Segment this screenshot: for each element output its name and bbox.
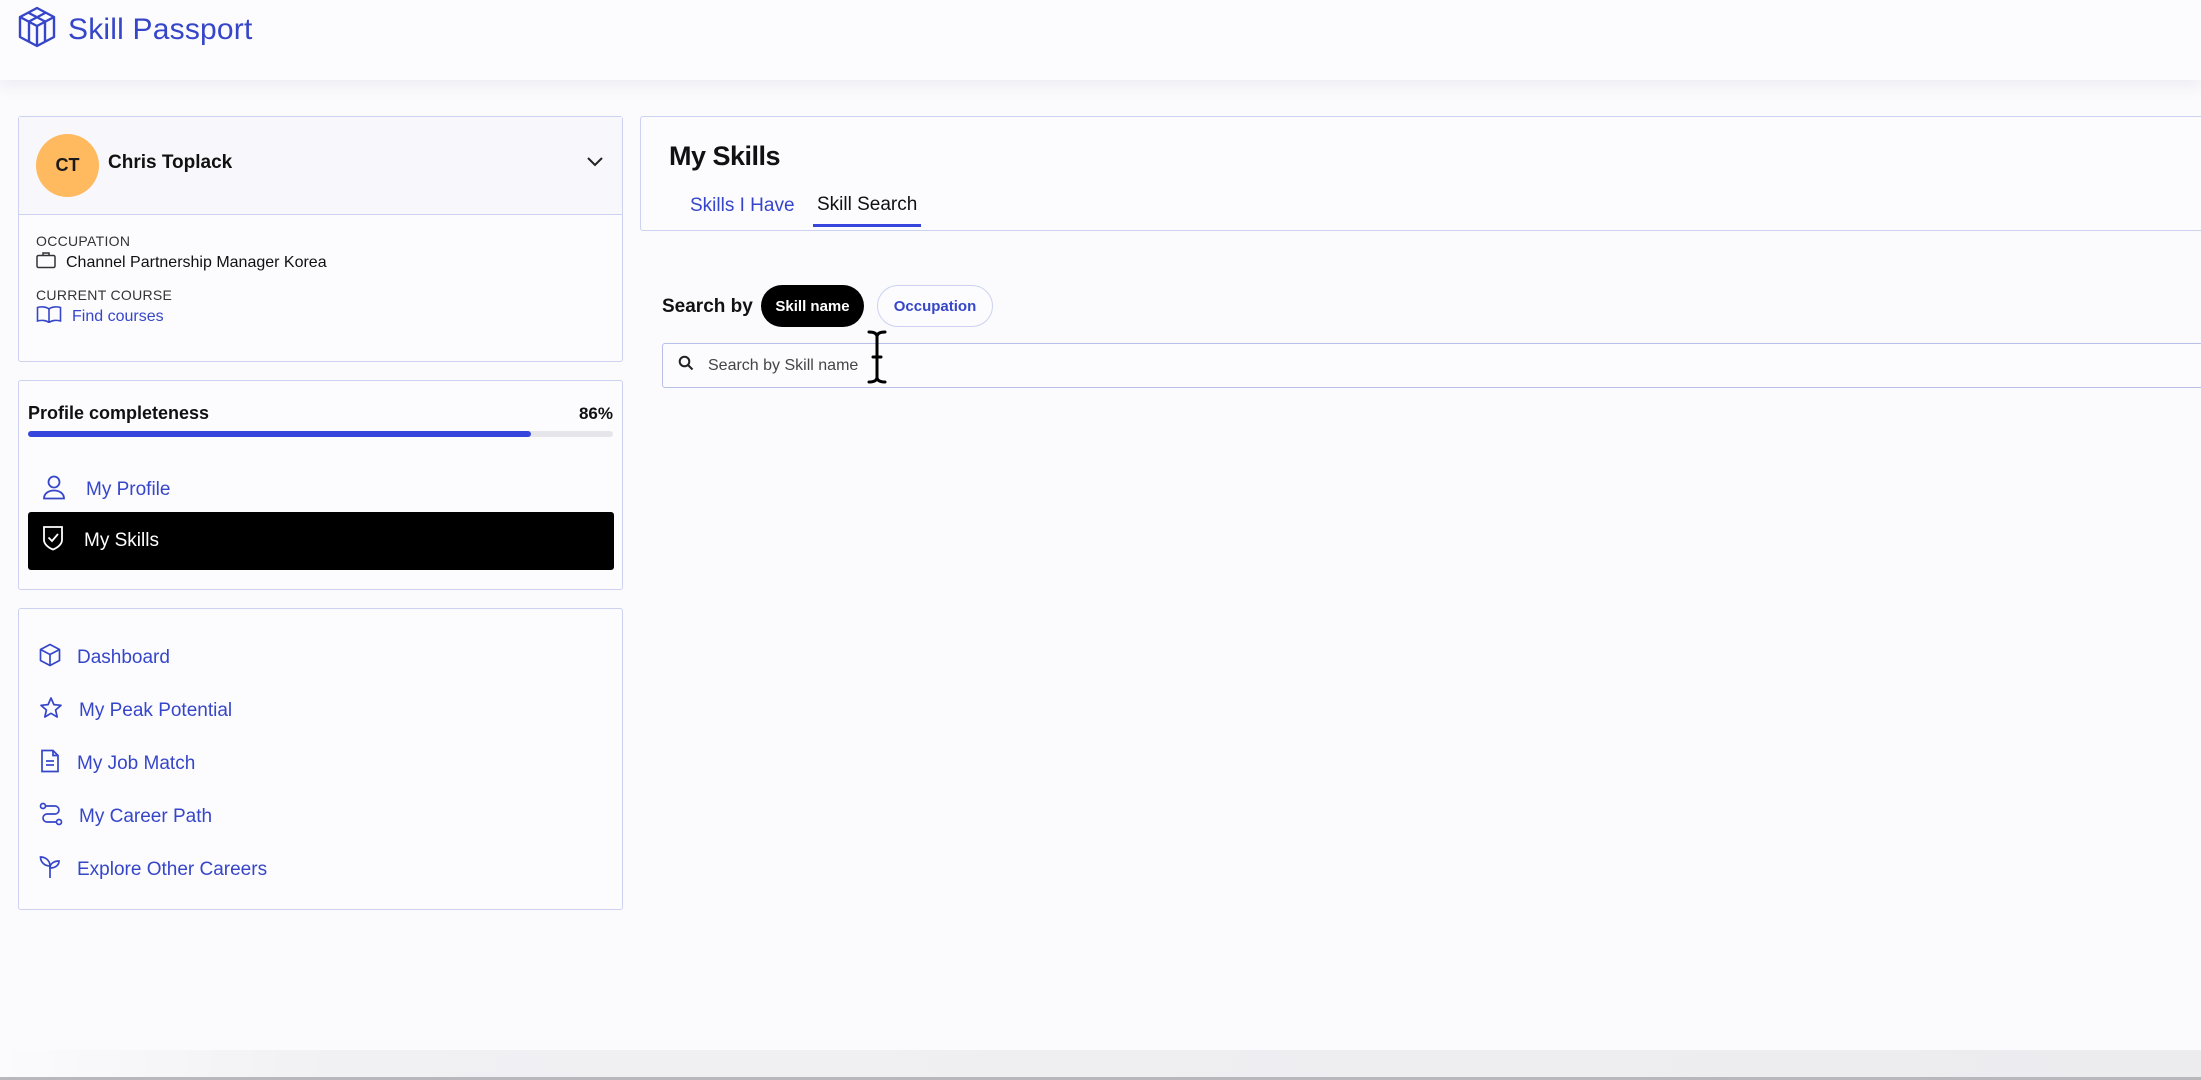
bottom-strip (0, 1050, 2201, 1080)
sprout-icon (39, 855, 61, 885)
occupation-value: Channel Partnership Manager Korea (66, 253, 327, 271)
nav-my-profile[interactable]: My Profile (28, 461, 614, 519)
document-icon (39, 749, 61, 779)
search-input[interactable] (708, 356, 2108, 375)
page-title: My Skills (669, 141, 781, 171)
open-book-icon (36, 305, 62, 328)
text-cursor-icon (866, 329, 888, 390)
link-my-peak-potential[interactable]: My Peak Potential (39, 696, 232, 726)
find-courses-label: Find courses (72, 307, 164, 325)
find-courses-link[interactable]: Find courses (36, 305, 164, 328)
link-my-job-match[interactable]: My Job Match (39, 749, 195, 779)
user-name: Chris Toplack (108, 151, 233, 173)
completeness-percent: 86% (578, 404, 613, 423)
app-title: Skill Passport (68, 12, 253, 46)
link-my-career-path-label: My Career Path (79, 806, 213, 827)
nav-my-skills-label: My Skills (84, 530, 159, 551)
search-icon (678, 355, 694, 376)
star-icon (39, 696, 63, 726)
link-explore-other-careers[interactable]: Explore Other Careers (39, 855, 267, 885)
profile-card: CT Chris Toplack OCCUPATION Channel Part… (18, 116, 623, 362)
link-my-career-path[interactable]: My Career Path (39, 802, 212, 832)
route-icon (39, 802, 63, 832)
app-logo[interactable]: Skill Passport (16, 6, 253, 53)
nav-my-profile-label: My Profile (86, 479, 171, 500)
filter-skill-name-button[interactable]: Skill name (761, 285, 864, 327)
occupation-label: OCCUPATION (36, 233, 131, 249)
search-by-label: Search by (662, 296, 753, 317)
shield-check-icon (42, 525, 64, 557)
top-bar: Skill Passport (0, 0, 2201, 80)
tab-skills-i-have[interactable]: Skills I Have (690, 195, 795, 225)
profile-header[interactable]: CT Chris Toplack (19, 117, 622, 215)
link-dashboard[interactable]: Dashboard (39, 643, 170, 673)
cube-icon (39, 643, 61, 673)
briefcase-icon (36, 251, 56, 274)
occupation-row: Channel Partnership Manager Korea (36, 251, 327, 274)
link-my-peak-potential-label: My Peak Potential (79, 700, 233, 721)
link-explore-other-careers-label: Explore Other Careers (77, 859, 268, 880)
profile-completeness-card: Profile completeness 86% My Profile My S… (18, 380, 623, 590)
link-dashboard-label: Dashboard (77, 647, 170, 668)
completeness-progress-fill (28, 431, 532, 437)
tab-skill-search[interactable]: Skill Search (813, 194, 922, 227)
filter-occupation-button[interactable]: Occupation (877, 285, 993, 327)
my-skills-header-card: My Skills Skills I Have Skill Search (640, 116, 2201, 231)
current-course-label: CURRENT COURSE (36, 287, 173, 303)
link-my-job-match-label: My Job Match (77, 753, 196, 774)
completeness-progress-bar (28, 431, 613, 437)
avatar: CT (36, 134, 99, 197)
skill-search-field[interactable] (662, 343, 2201, 388)
completeness-title: Profile completeness (28, 403, 210, 423)
person-icon (42, 474, 66, 506)
navigation-links-card: Dashboard My Peak Potential My Job Match… (18, 608, 623, 910)
chevron-down-icon[interactable] (586, 155, 604, 173)
skill-passport-logo-icon (16, 6, 58, 53)
nav-my-skills[interactable]: My Skills (28, 512, 614, 570)
